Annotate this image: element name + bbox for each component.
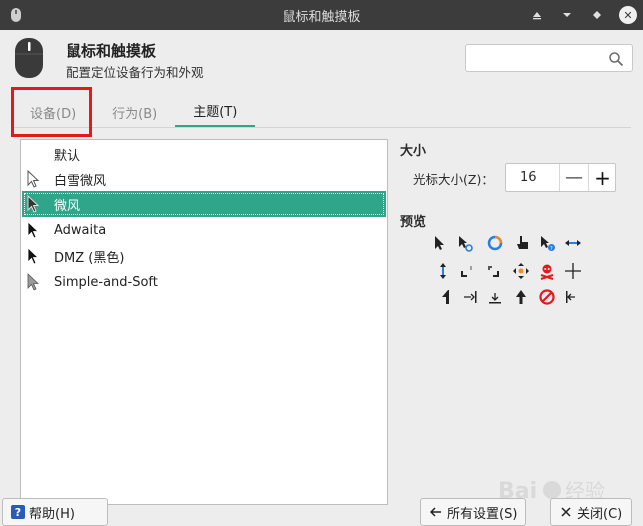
page-subtitle: 配置定位设备行为和外观 [66,65,204,80]
minimize-icon [563,13,571,17]
plus-icon: + [594,165,611,190]
list-item-label: Simple-and-Soft [54,274,158,290]
cursor-preview-grid: ? [426,230,596,314]
white-arrow-cursor-icon [27,170,40,188]
black-arrow-cursor-icon [27,247,40,265]
search-field[interactable] [465,44,633,72]
decrease-button[interactable]: — [559,164,588,191]
split-horizontal-cursor-icon [464,291,477,303]
cursor-size-value[interactable]: 16 [520,170,537,185]
up-arrow-alt-cursor-icon [516,290,526,304]
close-window-button[interactable]: ✕ [619,6,637,24]
mouse-icon [15,38,43,78]
help-button[interactable]: ? 帮助(H) [2,498,108,526]
page-title: 鼠标和触摸板 [66,42,157,60]
close-icon: ✕ [623,8,633,22]
pointing-hand-cursor-icon [517,236,528,249]
help-button-label: 帮助(H) [29,506,75,522]
minus-icon: — [565,167,583,188]
cursor-size-spinbox[interactable]: 16 — + [505,163,616,192]
resize-diagonal-alt-cursor-icon [488,266,499,277]
cursor-theme-list[interactable]: 默认 白雪微风 微风 Adwaita DMZ (黑色) Simple-and-S… [20,139,388,505]
arrow-cursor-icon [435,236,444,250]
maximize-icon [593,11,601,19]
tab-theme[interactable]: 主题(T) [175,96,256,128]
window-controls: ✕ [529,0,637,30]
list-item-label: 白雪微风 [54,173,107,189]
all-settings-button-label: 所有设置(S) [447,506,518,522]
tab-behavior[interactable]: 行为(B) [94,96,175,128]
window-title: 鼠标和触摸板 [282,9,361,25]
list-item[interactable]: 默认 [22,141,386,167]
resize-vertical-cursor-icon [440,263,446,279]
list-item-label: 默认 [54,148,81,164]
dark-arrow-cursor-icon [27,195,40,213]
busy-arrow-cursor-icon [459,236,473,252]
title-bar: 鼠标和触摸板 ✕ [0,0,643,30]
pirate-cursor-icon [540,264,554,280]
close-x-icon [559,505,573,519]
tab-divider [12,127,631,128]
minimize-button[interactable] [559,7,575,23]
list-item[interactable]: Simple-and-Soft [22,269,386,295]
preview-heading: 预览 [400,215,427,230]
wait-cursor-icon [487,235,503,251]
help-cursor-icon: ? [541,236,555,252]
keep-above-button[interactable] [529,7,545,23]
back-arrow-icon [429,505,443,519]
all-settings-button[interactable]: 所有设置(S) [420,498,526,526]
close-button[interactable]: 关闭(C) [550,498,632,526]
resize-horizontal-cursor-icon [565,240,581,246]
list-item-label: DMZ (黑色) [54,250,125,266]
up-arrow-cursor-icon [442,290,449,304]
search-icon [609,52,624,67]
list-item-label: Adwaita [54,222,107,238]
gray-arrow-cursor-icon [27,273,40,291]
svg-text:?: ? [550,246,553,252]
list-item-selected[interactable]: 微风 [22,191,386,217]
keep-above-icon [533,12,541,20]
black-arrow-cursor-icon [27,221,40,239]
annotation-highlight-box [11,87,92,137]
help-icon: ? [11,505,25,519]
size-heading: 大小 [400,144,427,159]
list-item[interactable]: 白雪微风 [22,166,386,192]
list-item[interactable]: DMZ (黑色) [22,243,386,269]
app-menu-icon[interactable] [8,7,24,23]
increase-button[interactable]: + [588,164,616,191]
maximize-button[interactable] [589,7,605,23]
crosshair-cursor-icon [565,263,581,279]
cursor-size-label: 光标大小(Z)： [413,172,494,187]
list-item-label: 微风 [54,198,81,214]
resize-diagonal-cursor-icon [461,266,472,277]
forbidden-cursor-icon [539,289,555,305]
resize-left-cursor-icon [566,291,575,303]
move-cursor-icon [513,263,529,279]
close-button-label: 关闭(C) [577,506,623,522]
list-item[interactable]: Adwaita [22,217,386,243]
split-vertical-cursor-icon [489,293,501,304]
